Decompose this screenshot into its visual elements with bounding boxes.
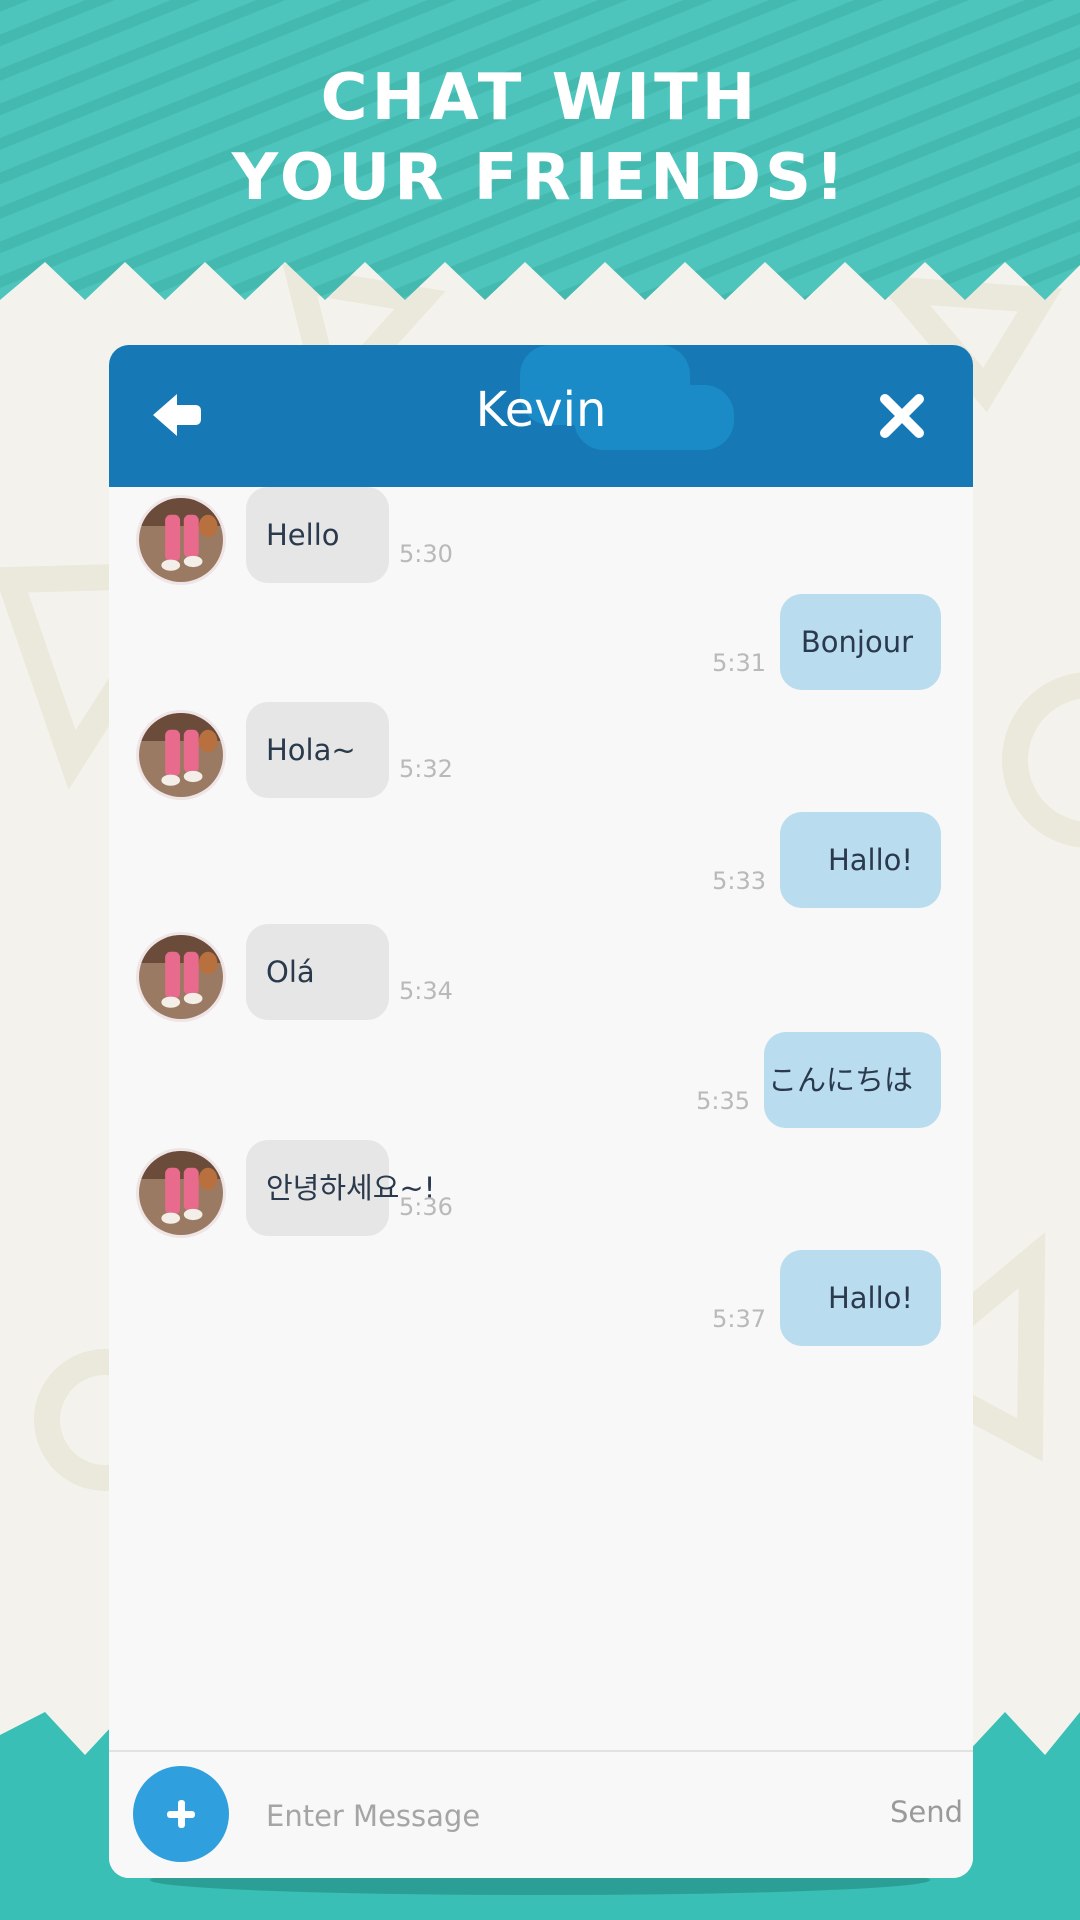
avatar-photo	[139, 498, 223, 582]
chat-window: Kevin Hello 5:30 Bonjour 5:31 Hola~ 5:32 Hallo…	[109, 345, 973, 1878]
message-timestamp: 5:30	[399, 540, 453, 568]
incoming-message-bubble: Olá	[246, 924, 389, 1020]
message-timestamp: 5:34	[399, 977, 453, 1005]
message-composer: Send	[109, 1750, 973, 1878]
message-input[interactable]	[264, 1780, 828, 1852]
promo-headline: Chat with your friends!	[0, 58, 1080, 218]
avatar-photo	[139, 713, 223, 797]
outgoing-message-bubble: Bonjour	[780, 594, 941, 690]
message-timestamp: 5:31	[712, 649, 766, 677]
message-timestamp: 5:32	[399, 755, 453, 783]
close-icon	[880, 394, 924, 438]
outgoing-message-bubble: こんにちは	[764, 1032, 941, 1128]
message-row-incoming: 안녕하세요~! 5:36	[109, 1140, 973, 1238]
message-row-incoming: Hola~ 5:32	[109, 702, 973, 800]
avatar[interactable]	[136, 710, 226, 800]
message-timestamp: 5:35	[696, 1087, 750, 1115]
message-row-outgoing: Hallo! 5:33	[109, 812, 973, 908]
message-timestamp: 5:36	[399, 1193, 453, 1221]
avatar[interactable]	[136, 495, 226, 585]
message-timestamp: 5:37	[712, 1305, 766, 1333]
avatar-photo	[139, 1151, 223, 1235]
outgoing-message-bubble: Hallo!	[780, 812, 941, 908]
headline-line-1: Chat with	[320, 61, 760, 135]
incoming-message-bubble: 안녕하세요~!	[246, 1140, 435, 1236]
avatar[interactable]	[136, 932, 226, 1022]
outgoing-message-bubble: Hallo!	[780, 1250, 941, 1346]
add-attachment-button[interactable]	[133, 1766, 229, 1862]
message-row-incoming: Olá 5:34	[109, 924, 973, 1022]
message-timestamp: 5:33	[712, 867, 766, 895]
headline-line-2: your friends!	[231, 141, 849, 215]
incoming-message-bubble: Hello	[246, 487, 389, 583]
avatar[interactable]	[136, 1148, 226, 1238]
message-row-outgoing: Bonjour 5:31	[109, 594, 973, 690]
contact-name: Kevin	[475, 382, 607, 438]
incoming-message-bubble: Hola~	[246, 702, 389, 798]
chat-header: Kevin	[109, 345, 973, 487]
message-row-outgoing: こんにちは 5:35	[109, 1032, 973, 1128]
message-row-outgoing: Hallo! 5:37	[109, 1250, 973, 1346]
message-list: Hello 5:30 Bonjour 5:31 Hola~ 5:32 Hallo! 5:33 O…	[109, 487, 973, 1687]
message-row-incoming: Hello 5:30	[109, 487, 973, 585]
close-button[interactable]	[877, 391, 927, 441]
send-button[interactable]: Send	[890, 1792, 963, 1832]
avatar-photo	[139, 935, 223, 1019]
